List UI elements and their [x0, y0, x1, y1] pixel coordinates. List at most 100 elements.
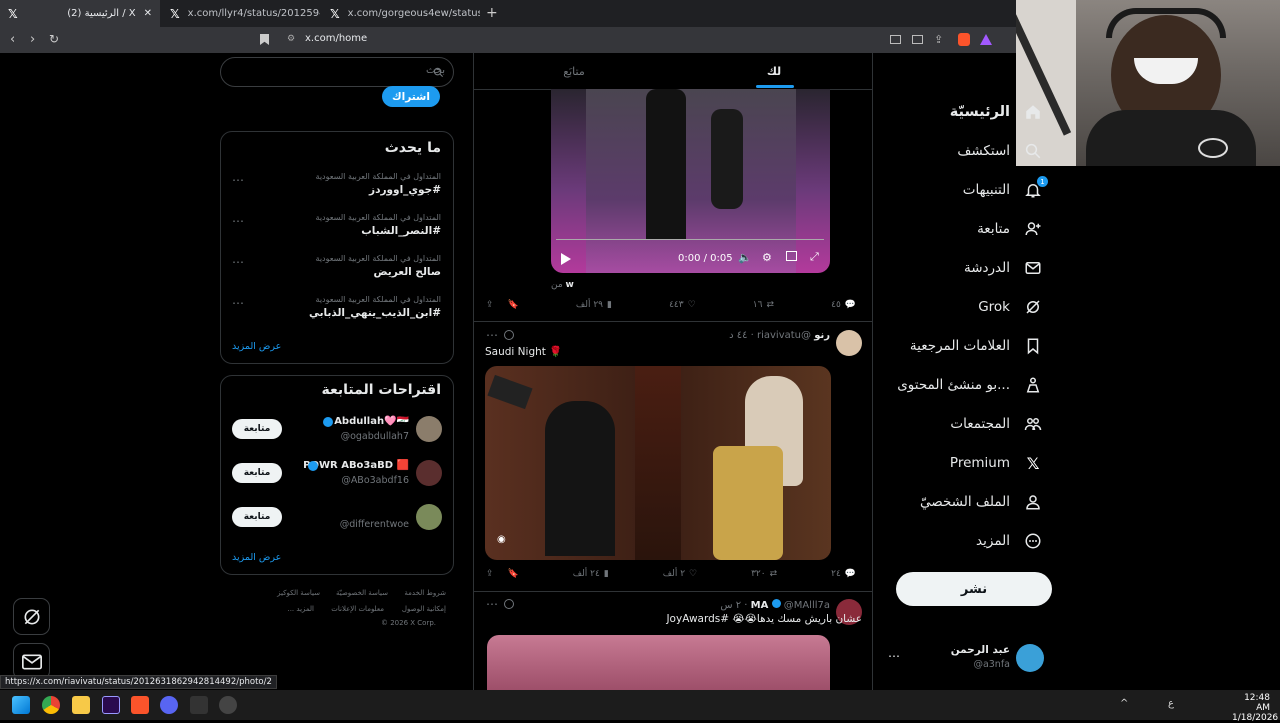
- reply-button[interactable]: 💬 ٢٤: [831, 569, 856, 579]
- post[interactable]: رنو @riavivatu · ٤٤ د … Saudi Night 🌹 ◉ …: [474, 322, 872, 593]
- nav-follow[interactable]: متابعة: [977, 217, 1044, 241]
- show-more-link[interactable]: عرض المزيد: [232, 341, 281, 352]
- trend-item[interactable]: المتداول في المملكة العربية السعودية #ال…: [221, 211, 453, 249]
- premiere-icon[interactable]: [102, 696, 120, 714]
- views-button[interactable]: ▮ ٢٤ ألف: [573, 569, 609, 579]
- repost-button[interactable]: ⇄ ١٦: [753, 300, 774, 310]
- tab-for-you[interactable]: لك: [674, 53, 872, 89]
- more-options-icon[interactable]: …: [232, 170, 244, 184]
- author-name[interactable]: رنو: [814, 330, 830, 341]
- nav-chat[interactable]: الدردشة: [964, 256, 1044, 280]
- views-button[interactable]: ▮ ٢٩ ألف: [576, 300, 612, 310]
- volume-icon[interactable]: 🔈: [738, 251, 752, 264]
- url-field[interactable]: x.com/home: [305, 33, 367, 44]
- alt-badge-icon[interactable]: ◉: [497, 534, 506, 545]
- nav-bookmarks[interactable]: العلامات المرجعية: [910, 334, 1044, 358]
- settings-icon[interactable]: ⚙: [762, 251, 772, 264]
- grok-float-button[interactable]: [13, 598, 50, 635]
- trend-item[interactable]: المتداول في المملكة العربية السعودية صال…: [221, 252, 453, 290]
- post-time[interactable]: ٢ س: [720, 600, 741, 611]
- input-language[interactable]: ع: [1168, 698, 1174, 709]
- nav-creator-studio[interactable]: ...بو منشئ المحتوى: [897, 373, 1044, 397]
- avatar[interactable]: [416, 460, 442, 486]
- back-icon[interactable]: ‹: [10, 32, 15, 47]
- close-tab-icon[interactable]: ✕: [144, 8, 152, 19]
- discord-icon[interactable]: [160, 696, 178, 714]
- more-options-icon[interactable]: …: [232, 252, 244, 266]
- nav-premium[interactable]: 𝕏 Premium: [950, 451, 1044, 475]
- post-image[interactable]: [487, 635, 830, 690]
- nav-notifications[interactable]: 1 التنبيهات: [963, 176, 1048, 202]
- forward-icon[interactable]: ›: [30, 32, 35, 47]
- fullscreen-icon[interactable]: ⤢: [810, 250, 819, 264]
- repost-button[interactable]: ⇄ ٣٢٠: [751, 569, 777, 579]
- post-image[interactable]: ◉: [485, 366, 831, 560]
- post-time[interactable]: ٤٤ د: [729, 330, 747, 341]
- avatar[interactable]: [416, 504, 442, 530]
- more-options-icon[interactable]: …: [232, 293, 244, 307]
- author-handle[interactable]: @riavivatu: [757, 330, 811, 341]
- suggestion-row[interactable]: @differentwoe متابعة: [221, 502, 453, 534]
- nav-home[interactable]: الرئيسيّة: [950, 100, 1044, 124]
- nav-communities[interactable]: المجتمعات: [950, 412, 1044, 436]
- new-tab-button[interactable]: +: [486, 5, 498, 21]
- app-icon[interactable]: [190, 696, 208, 714]
- nav-explore[interactable]: استكشف: [957, 139, 1044, 163]
- more-options-icon[interactable]: …: [486, 325, 498, 339]
- settings-icon[interactable]: [219, 696, 237, 714]
- trend-item[interactable]: المتداول في المملكة العربية السعودية #اب…: [221, 293, 453, 331]
- clock[interactable]: 12:48 AM 1/18/2026: [1232, 693, 1278, 723]
- bookmark-icon[interactable]: 🔖: [508, 300, 519, 310]
- brave-rewards-icon[interactable]: [980, 34, 992, 45]
- account-switcher[interactable]: عبد الرحمن @a3nfa …: [880, 640, 1050, 676]
- avatar[interactable]: [416, 416, 442, 442]
- site-info-icon[interactable]: ⚙: [287, 34, 295, 44]
- like-button[interactable]: ♡ ٢ ألف: [663, 569, 697, 579]
- tray-chevron-icon[interactable]: ^: [1120, 698, 1128, 709]
- reply-button[interactable]: 💬 ٤٥: [831, 300, 856, 310]
- windows-start-icon[interactable]: [12, 696, 30, 714]
- browser-tab-home[interactable]: 𝕏 (2) الرئيسية / X ✕: [0, 0, 160, 27]
- video-progress-bar[interactable]: [556, 239, 824, 240]
- video-player[interactable]: 0:00 / 0:05 🔈 ⚙ ⤢: [551, 89, 830, 273]
- suggestion-row[interactable]: POWR ABo3aBD 🟥 @ABo3abdf16 متابعة: [221, 458, 453, 490]
- share-icon[interactable]: ⇪: [486, 300, 494, 310]
- bookmark-page-icon[interactable]: [260, 34, 269, 45]
- screenshot-icon[interactable]: [912, 35, 923, 44]
- subscribe-button[interactable]: اشتراك: [382, 86, 440, 107]
- search-box[interactable]: بحث: [220, 57, 454, 87]
- play-icon[interactable]: [561, 253, 571, 265]
- file-explorer-icon[interactable]: [72, 696, 90, 714]
- share-icon[interactable]: ⇪: [486, 569, 494, 579]
- grok-icon[interactable]: [504, 330, 514, 340]
- nav-profile[interactable]: الملف الشخصيّ: [920, 490, 1044, 514]
- follow-button[interactable]: متابعة: [232, 463, 282, 483]
- grok-icon[interactable]: [504, 599, 514, 609]
- reload-icon[interactable]: ↻: [49, 32, 59, 46]
- pip-icon[interactable]: [786, 251, 797, 261]
- browser-tab-3[interactable]: 𝕏 x.com/gorgeous4ew/status/201262: [322, 0, 480, 27]
- brave-icon[interactable]: [131, 696, 149, 714]
- nav-grok[interactable]: Grok: [978, 295, 1044, 319]
- post-button[interactable]: نشر: [896, 572, 1052, 606]
- browser-tab-2[interactable]: 𝕏 x.com/llyr4/status/20125946468792: [162, 0, 320, 27]
- nav-more[interactable]: المزيد: [976, 529, 1044, 553]
- suggestion-row[interactable]: Abdullah🩷🇮🇶 @ogabdullah7 متابعة: [221, 414, 453, 446]
- show-more-link[interactable]: عرض المزيد: [232, 552, 281, 563]
- trend-item[interactable]: المتداول في المملكة العربية السعودية #جو…: [221, 170, 453, 208]
- more-options-icon[interactable]: …: [486, 594, 498, 608]
- cast-icon[interactable]: [890, 35, 901, 44]
- avatar[interactable]: [836, 330, 862, 356]
- author-handle[interactable]: @MAlll7a: [784, 600, 830, 611]
- bookmark-icon[interactable]: 🔖: [508, 569, 519, 579]
- tab-following[interactable]: متابَع: [474, 53, 674, 89]
- like-button[interactable]: ♡ ٤٤٣: [669, 300, 696, 310]
- follow-button[interactable]: متابعة: [232, 419, 282, 439]
- more-options-icon[interactable]: …: [232, 211, 244, 225]
- post[interactable]: MA @MAlll7a · ٢ س … عشان باريش مسك يدها😭…: [474, 592, 872, 690]
- share-icon[interactable]: ⇪: [934, 33, 943, 46]
- author-name[interactable]: MA: [751, 600, 769, 611]
- brave-shield-icon[interactable]: [958, 33, 970, 46]
- follow-button[interactable]: متابعة: [232, 507, 282, 527]
- chrome-icon[interactable]: [42, 696, 60, 714]
